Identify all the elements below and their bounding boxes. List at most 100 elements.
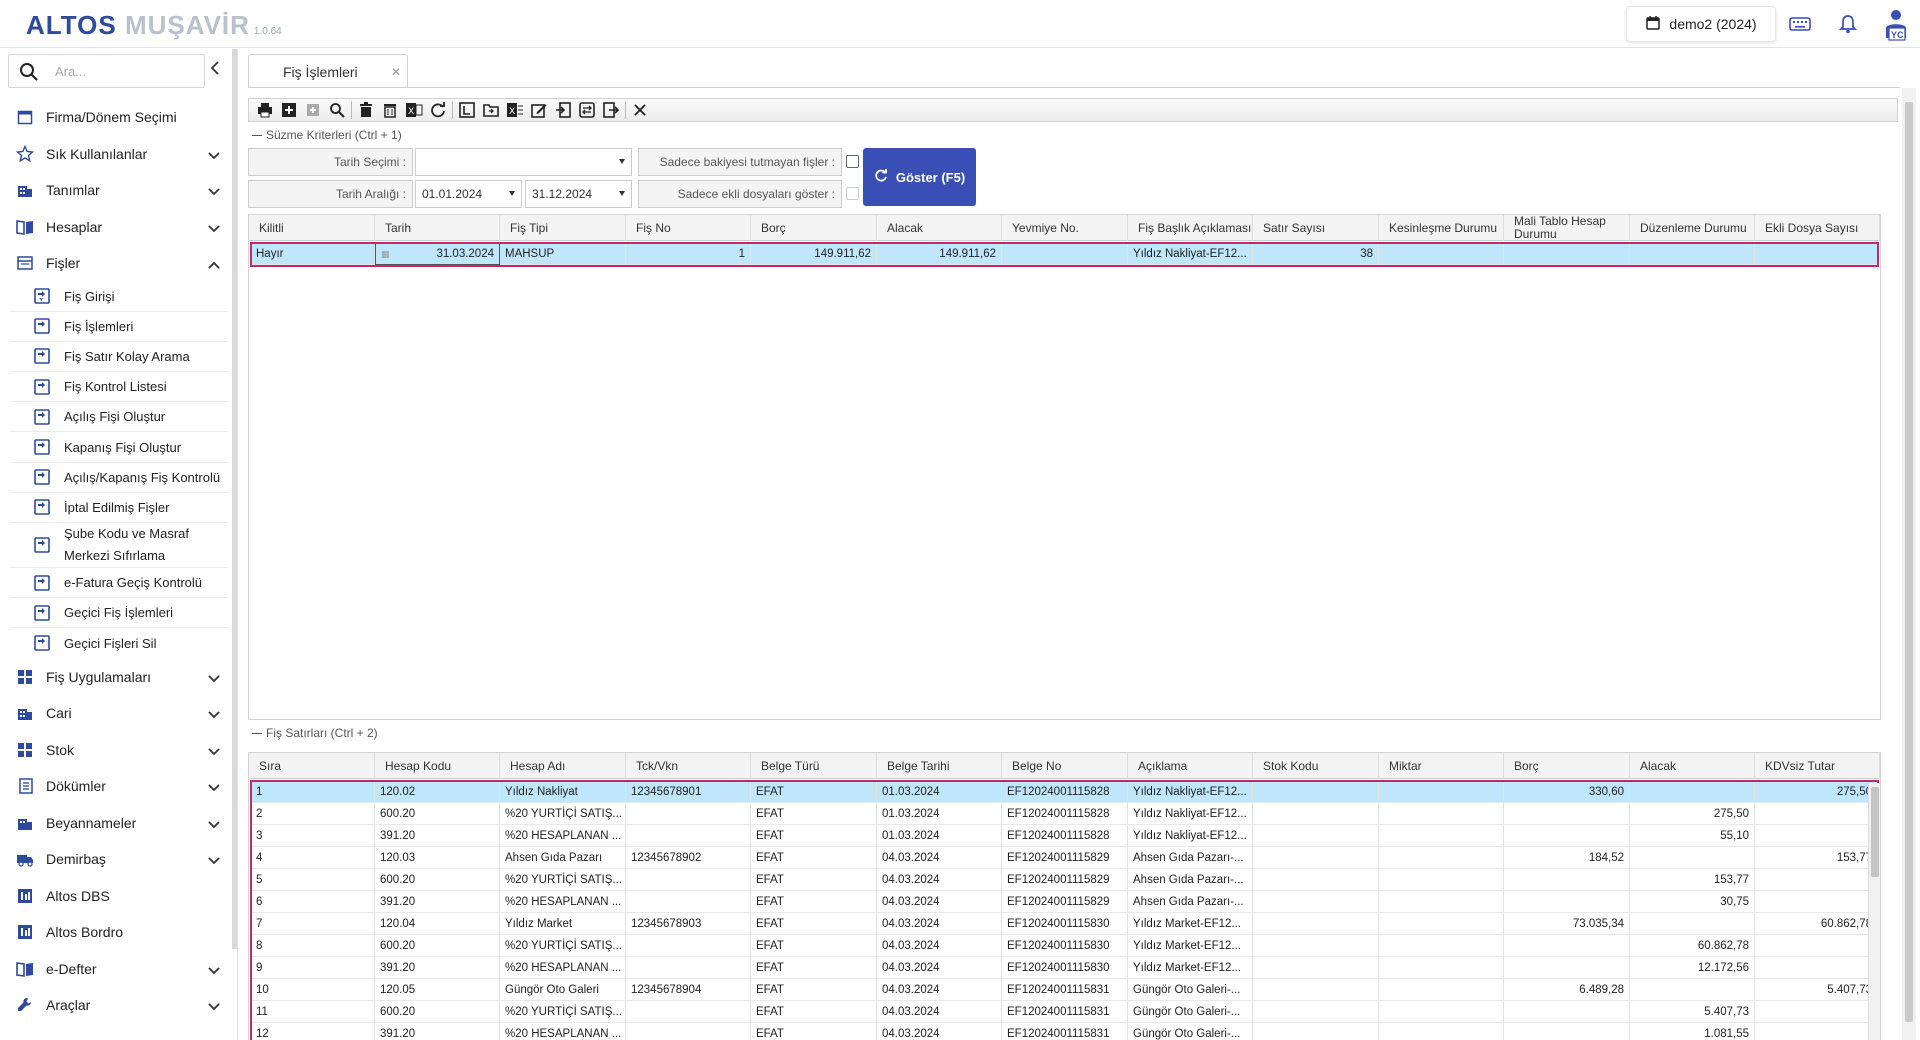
sidebar-subitem-fis-islemleri[interactable]: Fiş İşlemleri bbox=[10, 312, 228, 342]
column-header[interactable]: Satır Sayısı bbox=[1253, 215, 1379, 241]
column-header[interactable]: Kilitli bbox=[249, 215, 375, 241]
bell-icon[interactable] bbox=[1836, 12, 1860, 36]
filter-section-header[interactable]: Süzme Kriterleri (Ctrl + 1) bbox=[252, 128, 402, 142]
column-header[interactable]: Kesinleşme Durumu bbox=[1379, 215, 1504, 241]
close-icon[interactable]: ✕ bbox=[391, 65, 401, 79]
column-header[interactable]: Fiş No bbox=[626, 215, 751, 241]
sidebar-item-stok[interactable]: Stok bbox=[0, 732, 230, 769]
refresh-icon[interactable] bbox=[426, 99, 450, 121]
sidebar-item-e-defter[interactable]: e-Defter bbox=[0, 951, 230, 988]
table-row[interactable]: 5 600.20 %20 YURTİÇİ SATIŞ... EFAT 04.03.202… bbox=[251, 869, 1878, 891]
search-icon[interactable] bbox=[325, 99, 349, 121]
sidebar-search[interactable] bbox=[8, 54, 205, 88]
column-header[interactable]: Stok Kodu bbox=[1253, 753, 1379, 779]
sidebar-subitem-fis-satir-arama[interactable]: Fiş Satır Kolay Arama bbox=[10, 342, 228, 373]
column-header[interactable]: Yevmiye No. bbox=[1002, 215, 1128, 241]
table-row[interactable]: 8 600.20 %20 YURTİÇİ SATIŞ... EFAT 04.03.202… bbox=[251, 935, 1878, 957]
sidebar-subitem-gecici-fis[interactable]: Geçici Fiş İşlemleri bbox=[10, 598, 228, 629]
column-header[interactable]: Alacak bbox=[1630, 753, 1755, 779]
sidebar-item-accounts[interactable]: Hesaplar bbox=[0, 209, 230, 246]
sidebar-item-araclar[interactable]: Araçlar bbox=[0, 987, 230, 1024]
add-icon[interactable] bbox=[277, 99, 301, 121]
column-header[interactable]: Fiş Tipi bbox=[500, 215, 626, 241]
sidebar-subitem-gecici-sil[interactable]: Geçici Fişleri Sil bbox=[10, 628, 228, 658]
scrollbar-thumb[interactable] bbox=[1871, 787, 1879, 877]
lines-scrollbar[interactable] bbox=[1868, 783, 1880, 1040]
excel-export-icon[interactable]: X bbox=[503, 99, 527, 121]
close-icon[interactable] bbox=[628, 99, 652, 121]
sidebar-item-fis-uygulamalari[interactable]: Fiş Uygulamaları bbox=[0, 659, 230, 696]
table-row[interactable]: 9 391.20 %20 HESAPLANAN ... EFAT 04.03.2024 E… bbox=[251, 957, 1878, 979]
column-header[interactable]: Açıklama bbox=[1128, 753, 1253, 779]
column-header[interactable]: Borç bbox=[1504, 753, 1630, 779]
column-header[interactable]: Tck/Vkn bbox=[626, 753, 751, 779]
date-from-field[interactable]: 01.01.2024 bbox=[415, 180, 522, 208]
column-header[interactable]: KDVsiz Tutar bbox=[1755, 753, 1880, 779]
sidebar-item-favorites[interactable]: Sık Kullanılanlar bbox=[0, 136, 230, 173]
column-header[interactable]: Düzenleme Durumu bbox=[1630, 215, 1755, 241]
table-row[interactable]: 1 120.02 Yıldız Nakliyat 12345678901 EFAT 01.… bbox=[251, 781, 1878, 803]
sidebar-subitem-iptal-fisler[interactable]: İptal Edilmiş Fişler bbox=[10, 493, 228, 523]
column-header[interactable]: Ekli Dosya Sayısı bbox=[1755, 215, 1880, 241]
sidebar-item-fisler[interactable]: Fişler bbox=[0, 245, 230, 282]
transfer-icon[interactable] bbox=[575, 99, 599, 121]
sidebar-subitem-acilis-fisi[interactable]: Açılış Fişi Oluştur bbox=[10, 402, 228, 433]
search-input[interactable] bbox=[55, 63, 195, 79]
print-icon[interactable] bbox=[253, 99, 277, 121]
column-header[interactable]: Borç bbox=[751, 215, 877, 241]
table-row[interactable]: 12 391.20 %20 HESAPLANAN ... EFAT 04.03.2024… bbox=[251, 1023, 1878, 1040]
sidebar-item-dokumler[interactable]: Dökümler bbox=[0, 768, 230, 805]
sidebar-item-beyannameler[interactable]: Beyannameler bbox=[0, 805, 230, 842]
column-header[interactable]: Mali Tablo Hesap Durumu bbox=[1504, 215, 1630, 241]
date-select-dropdown[interactable] bbox=[415, 148, 632, 176]
journal-icon[interactable] bbox=[455, 99, 479, 121]
column-header[interactable]: Hesap Adı bbox=[500, 753, 626, 779]
column-header[interactable]: Belge Türü bbox=[751, 753, 877, 779]
column-header[interactable]: Miktar bbox=[1379, 753, 1504, 779]
page-scrollbar[interactable] bbox=[1902, 88, 1916, 1040]
chevron-left-icon[interactable] bbox=[210, 61, 220, 78]
column-header[interactable]: Alacak bbox=[877, 215, 1002, 241]
table-row[interactable]: 3 391.20 %20 HESAPLANAN ... EFAT 01.03.2024 E… bbox=[251, 825, 1878, 847]
export-icon[interactable] bbox=[599, 99, 623, 121]
sidebar-item-demirbas[interactable]: Demirbaş bbox=[0, 841, 230, 878]
excel-icon[interactable]: X bbox=[402, 99, 426, 121]
table-row[interactable]: 11 600.20 %20 YURTİÇİ SATIŞ... EFAT 04.03.20… bbox=[251, 1001, 1878, 1023]
folder-icon[interactable] bbox=[479, 99, 503, 121]
sidebar-subitem-efatura-kontrol[interactable]: e-Fatura Geçiş Kontrolü bbox=[10, 568, 228, 599]
sidebar-item-cari[interactable]: Cari bbox=[0, 695, 230, 732]
delete-all-icon[interactable] bbox=[378, 99, 402, 121]
date-to-field[interactable]: 31.12.2024 bbox=[525, 180, 632, 208]
sidebar-item-definitions[interactable]: Tanımlar bbox=[0, 172, 230, 209]
sidebar-item-altos-bordro[interactable]: Altos Bordro bbox=[0, 914, 230, 951]
lines-section-header[interactable]: Fiş Satırları (Ctrl + 2) bbox=[252, 726, 378, 740]
column-header[interactable]: Fiş Başlık Açıklaması bbox=[1128, 215, 1253, 241]
sidebar-scrollbar[interactable] bbox=[232, 49, 237, 949]
scrollbar-thumb[interactable] bbox=[1905, 102, 1913, 1022]
delete-icon[interactable] bbox=[354, 99, 378, 121]
unbalanced-checkbox[interactable] bbox=[846, 155, 859, 168]
user-avatar[interactable]: YC bbox=[1882, 8, 1910, 42]
attached-checkbox[interactable] bbox=[846, 187, 859, 200]
sidebar-item-firma[interactable]: Firma/Dönem Seçimi bbox=[0, 99, 230, 136]
column-header[interactable]: Belge Tarihi bbox=[877, 753, 1002, 779]
company-period-selector[interactable]: demo2 (2024) bbox=[1626, 6, 1776, 42]
table-row[interactable]: 4 120.03 Ahsen Gıda Pazarı 12345678902 EFAT 0… bbox=[251, 847, 1878, 869]
show-button[interactable]: Göster (F5) bbox=[863, 148, 976, 206]
sidebar-subitem-sube-kodu[interactable]: Şube Kodu ve Masraf Merkezi Sıfırlama bbox=[10, 523, 228, 568]
column-header[interactable]: Tarih bbox=[375, 215, 500, 241]
keyboard-icon[interactable] bbox=[1788, 12, 1812, 36]
table-row[interactable]: 2 600.20 %20 YURTİÇİ SATIŞ... EFAT 01.03.202… bbox=[251, 803, 1878, 825]
edit-icon[interactable] bbox=[527, 99, 551, 121]
sidebar-subitem-acilis-kapanis-kontrol[interactable]: Açılış/Kapanış Fiş Kontrolü bbox=[10, 463, 228, 493]
sidebar-item-altos-dbs[interactable]: Altos DBS bbox=[0, 878, 230, 915]
sidebar-subitem-kapanis-fisi[interactable]: Kapanış Fişi Oluştur bbox=[10, 432, 228, 463]
column-header[interactable]: Belge No bbox=[1002, 753, 1128, 779]
table-row[interactable]: 7 120.04 Yıldız Market 12345678903 EFAT 04.03… bbox=[251, 913, 1878, 935]
import-icon[interactable] bbox=[551, 99, 575, 121]
tab-fis-islemleri[interactable]: Fiş İşlemleri ✕ bbox=[248, 54, 408, 88]
table-row[interactable]: 10 120.05 Güngör Oto Galeri 12345678904 EFAT… bbox=[251, 979, 1878, 1001]
table-row[interactable]: Hayır ▦ 31.03.2024 MAHSUP 1 149.911,62 14… bbox=[251, 243, 1878, 265]
add-copy-icon[interactable] bbox=[301, 99, 325, 121]
sidebar-subitem-fis-girisi[interactable]: Fiş Girişi bbox=[10, 282, 228, 312]
